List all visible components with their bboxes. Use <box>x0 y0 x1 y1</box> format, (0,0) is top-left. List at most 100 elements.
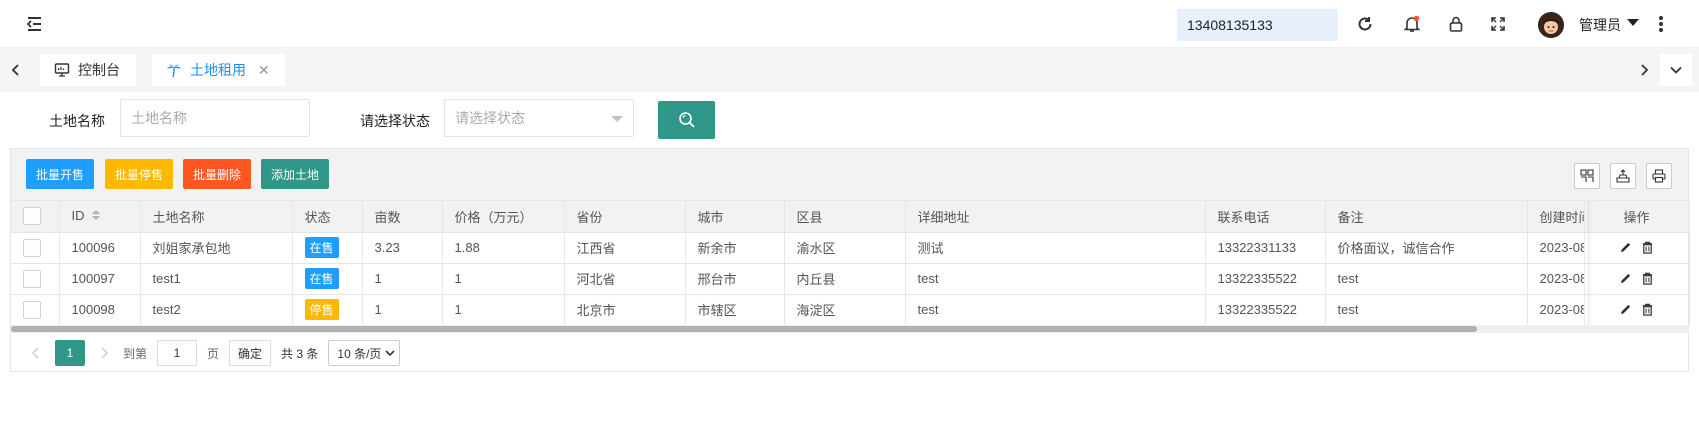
cell-status: 在售 <box>292 232 363 264</box>
delete-icon[interactable] <box>1641 303 1655 317</box>
status-badge: 停售 <box>304 299 339 320</box>
sort-icon[interactable] <box>91 209 101 224</box>
notification-bell-icon[interactable] <box>1402 14 1422 34</box>
add-land-button[interactable]: 添加土地 <box>261 159 330 189</box>
cell-area: 1 <box>362 294 443 326</box>
cell-city: 新余市 <box>685 232 785 264</box>
status-placeholder: 请选择状态 <box>455 110 525 126</box>
cell-province: 江西省 <box>564 232 686 264</box>
cell-name: test2 <box>140 294 293 326</box>
select-caret-icon <box>611 116 623 122</box>
edit-icon[interactable] <box>1619 241 1633 255</box>
edit-icon[interactable] <box>1619 303 1633 317</box>
search-button[interactable] <box>658 101 715 139</box>
th-status: 状态 <box>292 201 363 233</box>
cell-province: 北京市 <box>564 294 686 326</box>
land-name-input[interactable]: 土地名称 <box>120 99 310 137</box>
table-row[interactable]: 100096 刘姐家承包地 在售 3.23 1.88 江西省 新余市 渝水区 测试 1332233… <box>11 232 1690 264</box>
tab-scroll-left-icon[interactable] <box>4 58 28 82</box>
total-count: 共 3 条 <box>281 346 319 361</box>
goto-confirm-button[interactable]: 确定 <box>229 340 272 366</box>
fullscreen-icon[interactable] <box>1488 14 1508 34</box>
row-checkbox[interactable] <box>23 238 41 257</box>
horizontal-scrollbar[interactable] <box>11 325 1689 333</box>
cell-remark: test <box>1325 263 1528 295</box>
tab-scroll-right-icon[interactable] <box>1632 58 1656 82</box>
tab-console[interactable]: 控制台 <box>40 54 136 86</box>
column-filter-icon[interactable] <box>1574 163 1600 189</box>
scrollbar-thumb[interactable] <box>11 326 1477 332</box>
chevron-down-icon <box>385 350 395 357</box>
monitor-icon <box>54 62 70 78</box>
th-created: 创建时间 <box>1527 201 1585 233</box>
th-province: 省份 <box>564 201 686 233</box>
tab-dropdown-icon[interactable] <box>1660 54 1692 86</box>
prev-page-icon[interactable] <box>25 342 47 364</box>
page-size-select[interactable]: 10 条/页 <box>328 340 401 366</box>
tab-console-label: 控制台 <box>78 62 120 78</box>
next-page-icon[interactable] <box>93 342 115 364</box>
user-name[interactable]: 管理员 <box>1579 15 1621 35</box>
status-badge: 在售 <box>304 237 339 258</box>
land-name-placeholder: 土地名称 <box>131 110 187 126</box>
page-number-current[interactable]: 1 <box>55 340 85 366</box>
avatar[interactable] <box>1538 12 1564 38</box>
cell-ops <box>1584 232 1690 264</box>
status-label: 请选择状态 <box>360 113 430 129</box>
tab-land-rent[interactable]: 土地租用 ✕ <box>152 54 285 86</box>
page-unit-label: 页 <box>207 346 220 361</box>
row-select-cell <box>11 263 60 295</box>
table-toolbar: 批量开售 批量停售 批量删除 添加土地 <box>11 149 1688 201</box>
delete-icon[interactable] <box>1641 241 1655 255</box>
batch-on-sale-button[interactable]: 批量开售 <box>26 159 95 189</box>
batch-stop-sale-button[interactable]: 批量停售 <box>105 159 174 189</box>
select-all-checkbox[interactable] <box>23 207 41 226</box>
cell-address: 测试 <box>905 232 1206 264</box>
refresh-icon[interactable] <box>1355 14 1375 34</box>
row-checkbox[interactable] <box>23 300 41 319</box>
status-select[interactable]: 请选择状态 <box>444 99 634 137</box>
table-row[interactable]: 100097 test1 在售 1 1 河北省 邢台市 内丘县 test 13322335522 t… <box>11 263 1690 295</box>
lock-icon[interactable] <box>1446 14 1466 34</box>
search-icon <box>678 112 695 128</box>
edit-icon[interactable] <box>1619 272 1633 286</box>
more-vertical-icon[interactable] <box>1657 14 1665 34</box>
fixed-column-shadow <box>1587 201 1593 325</box>
cell-name: test1 <box>140 263 293 295</box>
cell-remark: test <box>1325 294 1528 326</box>
th-area: 亩数 <box>362 201 443 233</box>
cell-id: 100097 <box>59 263 141 295</box>
cell-created: 2023-08 <box>1527 232 1585 264</box>
menu-collapse-icon[interactable] <box>24 14 44 34</box>
cell-remark: 价格面议，诚信合作 <box>1325 232 1528 264</box>
batch-delete-button[interactable]: 批量删除 <box>183 159 252 189</box>
export-icon[interactable] <box>1610 163 1636 189</box>
th-city: 城市 <box>685 201 785 233</box>
row-checkbox[interactable] <box>23 269 41 288</box>
cell-area: 3.23 <box>362 232 443 264</box>
land-table: ID 土地名称 状态 亩数 价格（万元） 省份 城市 区县 详细地址 联系电话 … <box>11 201 1690 326</box>
th-phone: 联系电话 <box>1205 201 1326 233</box>
cell-area: 1 <box>362 263 443 295</box>
cell-city: 邢台市 <box>685 263 785 295</box>
phone-display[interactable]: 13408135133 <box>1177 9 1338 41</box>
cell-province: 河北省 <box>564 263 686 295</box>
tab-land-rent-label: 土地租用 <box>190 62 246 78</box>
pagination: 1 到第 1 页 确定 共 3 条 10 条/页 <box>11 333 1688 373</box>
palm-tree-icon <box>166 62 182 78</box>
select-all-cell <box>11 201 60 233</box>
goto-page-input[interactable]: 1 <box>157 340 198 366</box>
user-menu-caret-icon[interactable] <box>1627 19 1639 26</box>
page-size-value: 10 条/页 <box>337 346 382 361</box>
goto-label: 到第 <box>123 346 148 361</box>
table-row[interactable]: 100098 test2 停售 1 1 北京市 市辖区 海淀区 test 13322335522 t… <box>11 294 1690 326</box>
cell-city: 市辖区 <box>685 294 785 326</box>
row-select-cell <box>11 232 60 264</box>
table-header-row: ID 土地名称 状态 亩数 价格（万元） 省份 城市 区县 详细地址 联系电话 … <box>11 201 1690 233</box>
delete-icon[interactable] <box>1641 272 1655 286</box>
th-id[interactable]: ID <box>59 201 141 233</box>
tab-close-icon[interactable]: ✕ <box>258 62 270 79</box>
print-icon[interactable] <box>1646 163 1672 189</box>
cell-id: 100098 <box>59 294 141 326</box>
cell-status: 在售 <box>292 263 363 295</box>
